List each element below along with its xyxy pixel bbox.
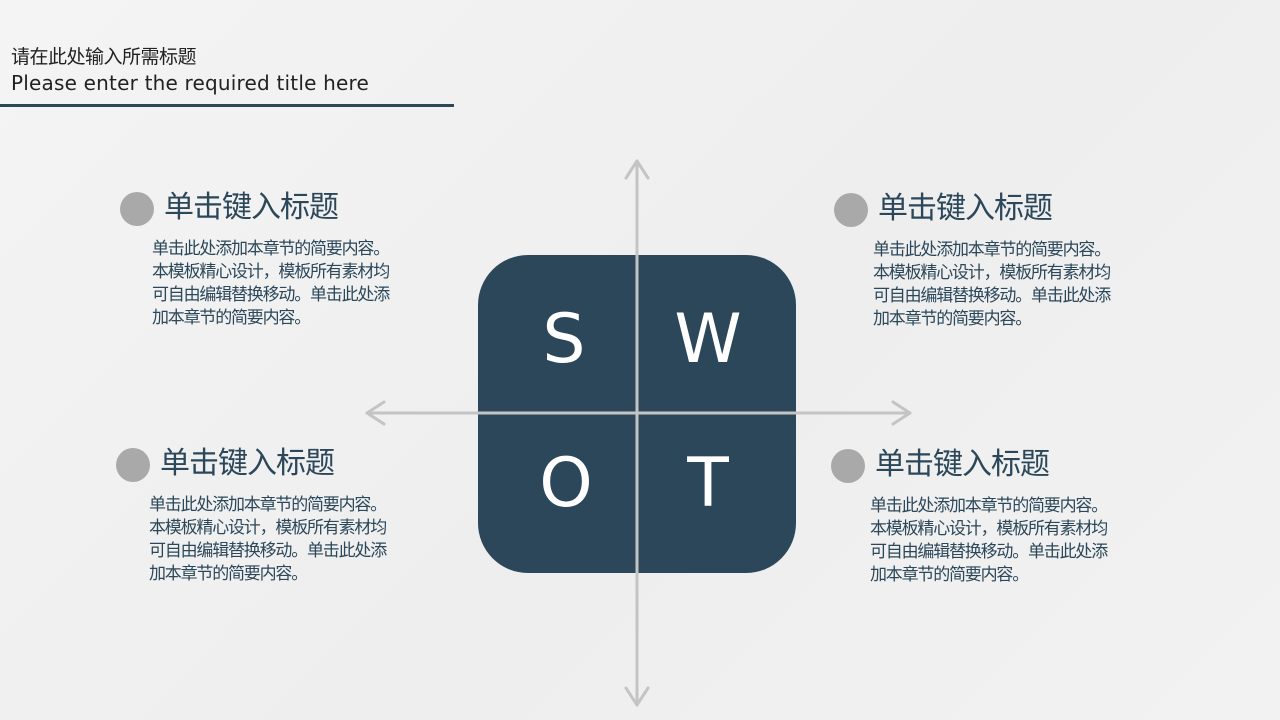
- block-heading: 单击键入标题: [164, 190, 339, 225]
- block-heading: 单击键入标题: [160, 446, 335, 481]
- bullet-dot: [831, 449, 865, 483]
- block-body: 单击此处添加本章节的简要内容。 本模板精心设计，模板所有素材均 可自由编辑替换移…: [873, 240, 1111, 329]
- block-heading: 单击键入标题: [878, 191, 1053, 226]
- bullet-dot: [116, 448, 150, 482]
- block-body: 单击此处添加本章节的简要内容。 本模板精心设计，模板所有素材均 可自由编辑替换移…: [870, 496, 1108, 585]
- swot-axes: [365, 159, 912, 707]
- block-body: 单击此处添加本章节的简要内容。 本模板精心设计，模板所有素材均 可自由编辑替换移…: [152, 239, 390, 328]
- bullet-dot: [120, 192, 154, 226]
- bullet-dot: [834, 193, 868, 227]
- block-body: 单击此处添加本章节的简要内容。 本模板精心设计，模板所有素材均 可自由编辑替换移…: [149, 495, 387, 584]
- block-heading: 单击键入标题: [875, 447, 1050, 482]
